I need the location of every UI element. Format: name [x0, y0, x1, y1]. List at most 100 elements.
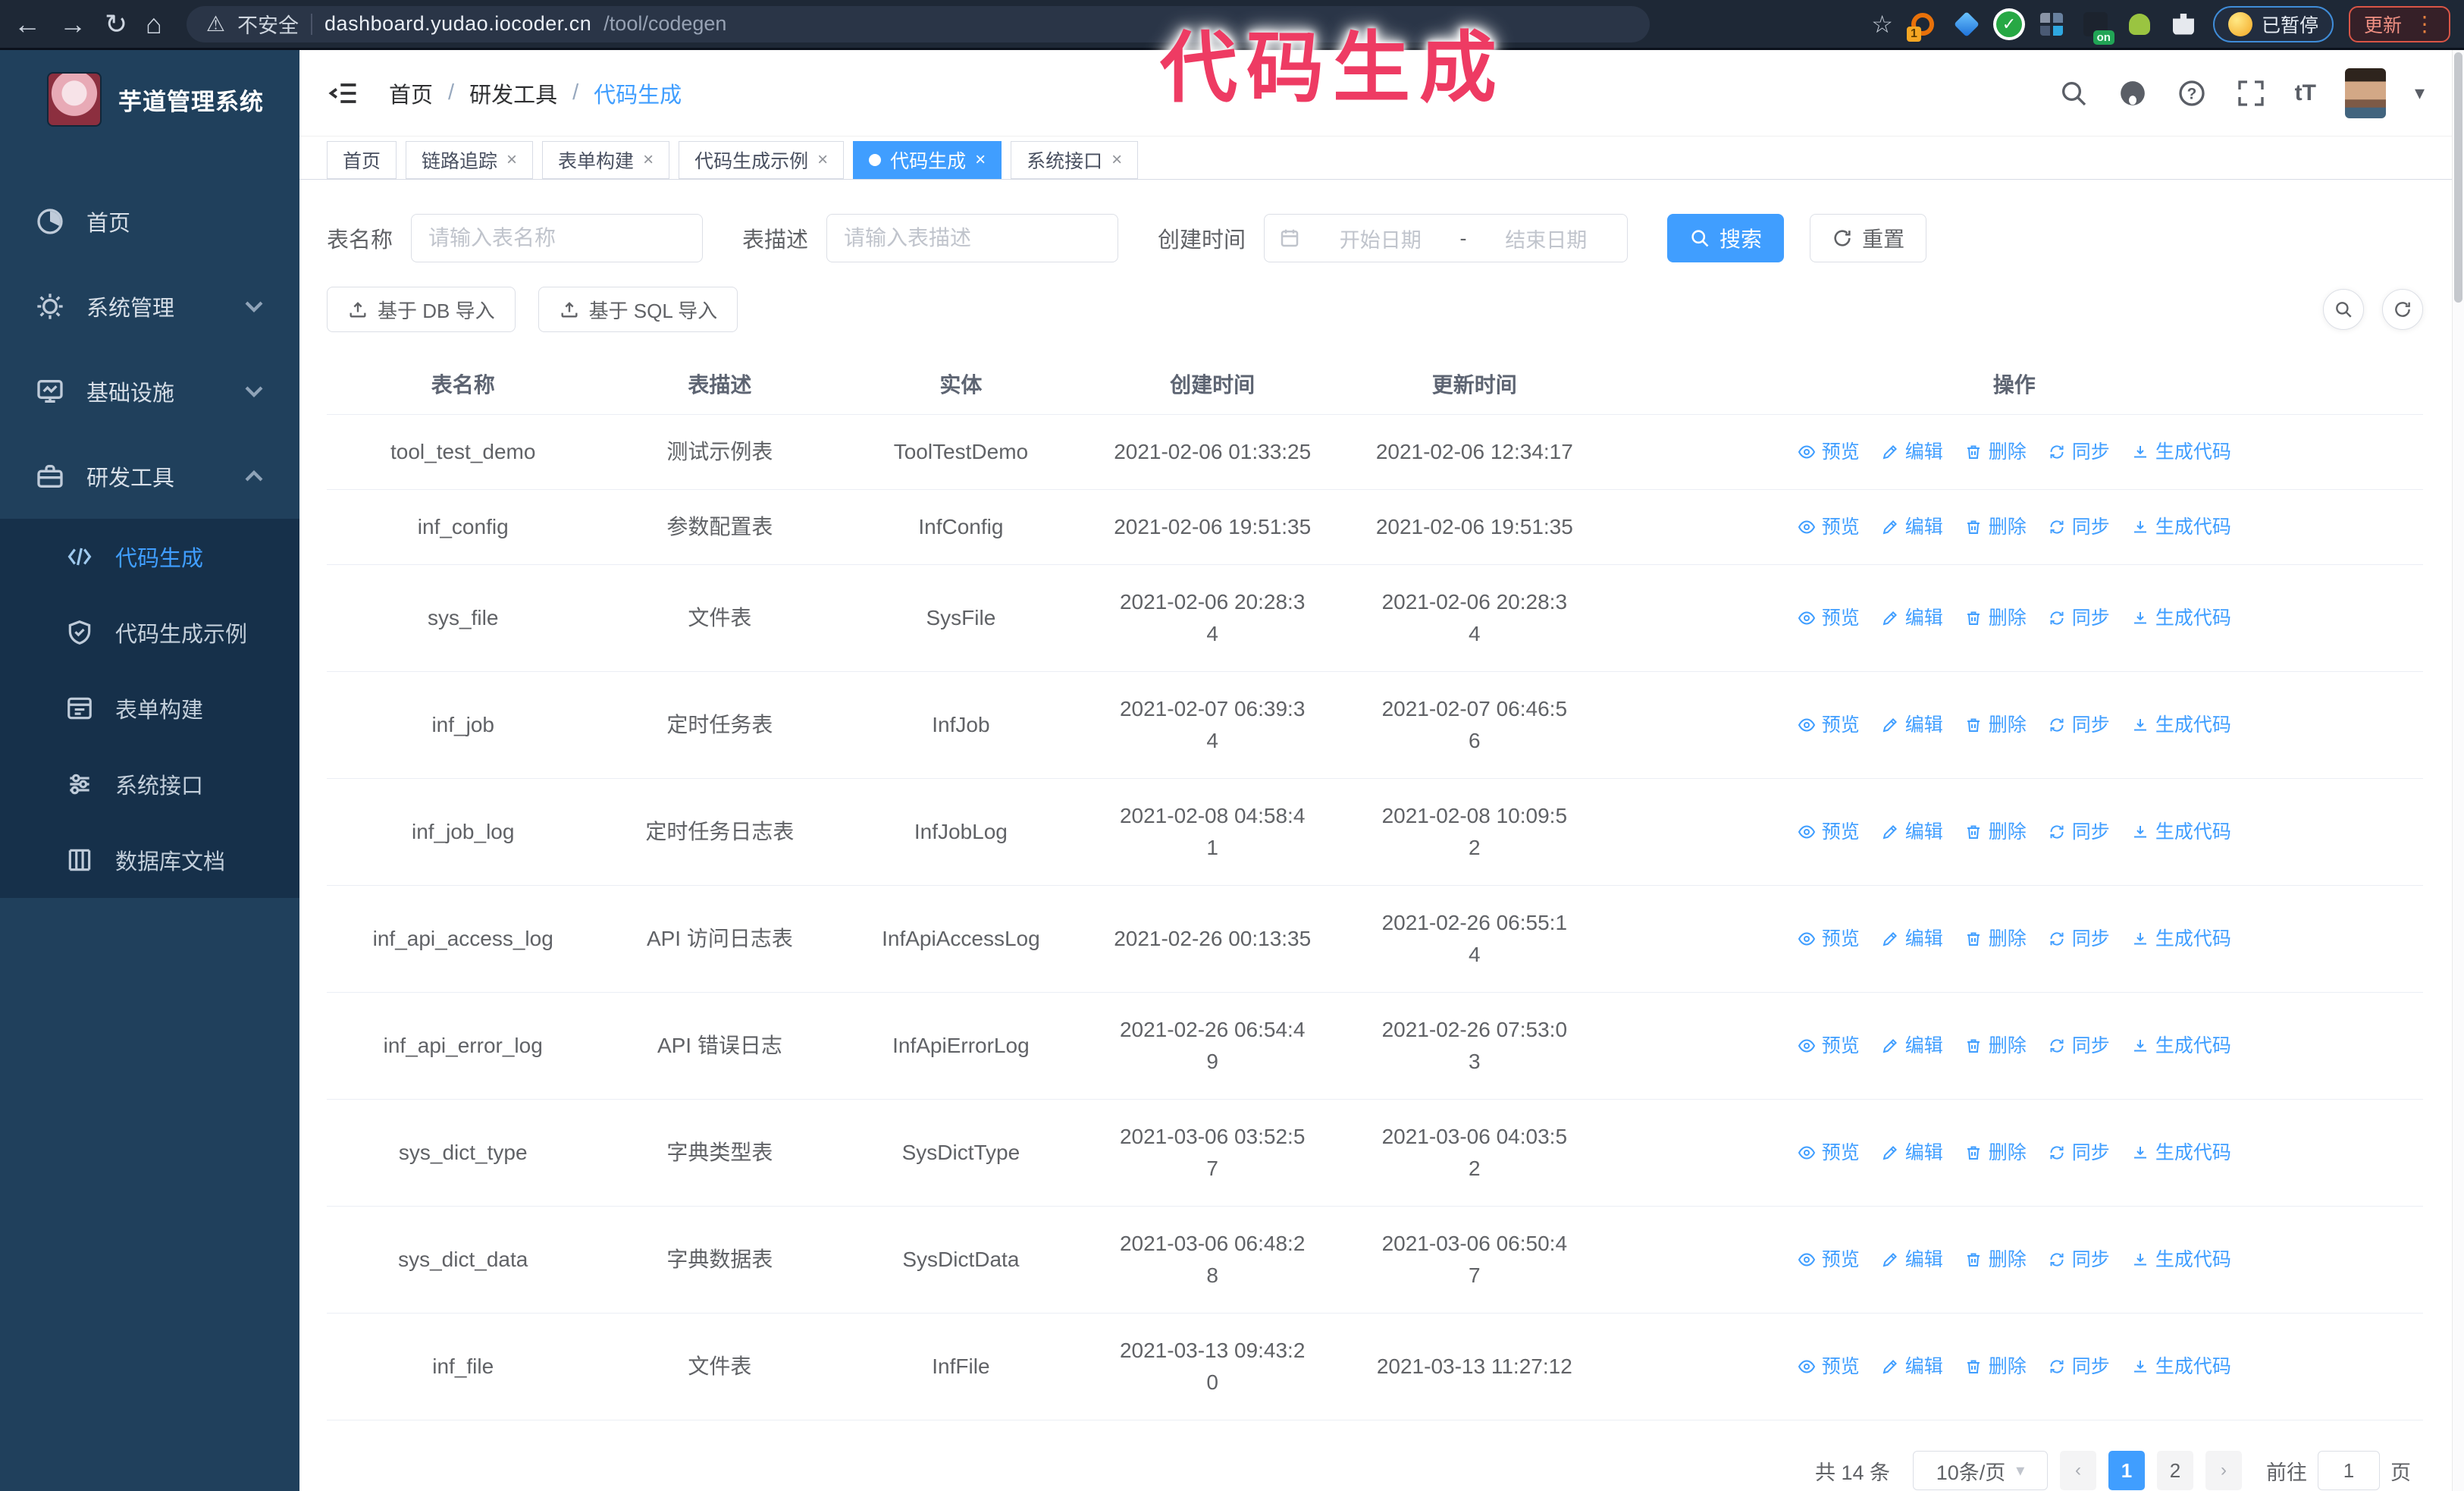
- generate-code-link[interactable]: 生成代码: [2131, 923, 2231, 955]
- edit-link[interactable]: 编辑: [1881, 1030, 1943, 1062]
- tab-home[interactable]: 首页: [327, 141, 397, 179]
- edit-link[interactable]: 编辑: [1881, 1244, 1943, 1276]
- sidebar-item-devtools[interactable]: 研发工具: [0, 434, 299, 519]
- tab-form-builder[interactable]: 表单构建 ×: [542, 141, 670, 179]
- toggle-search-button[interactable]: [2323, 289, 2364, 330]
- sync-link[interactable]: 同步: [2048, 1351, 2110, 1383]
- avatar[interactable]: [2344, 67, 2386, 118]
- edit-link[interactable]: 编辑: [1881, 1351, 1943, 1383]
- preview-link[interactable]: 预览: [1798, 816, 1860, 848]
- sync-link[interactable]: 同步: [2048, 511, 2110, 543]
- fullscreen-icon[interactable]: [2236, 78, 2266, 108]
- page-size-select[interactable]: 10条/页 ▾: [1913, 1451, 2048, 1490]
- preview-link[interactable]: 预览: [1798, 602, 1860, 634]
- tab-codegen-example[interactable]: 代码生成示例 ×: [679, 141, 845, 179]
- preview-link[interactable]: 预览: [1798, 709, 1860, 741]
- sidebar-item-home[interactable]: 首页: [0, 179, 299, 264]
- edit-link[interactable]: 编辑: [1881, 436, 1943, 468]
- sync-link[interactable]: 同步: [2048, 816, 2110, 848]
- generate-code-link[interactable]: 生成代码: [2131, 1244, 2231, 1276]
- breadcrumb-devtools[interactable]: 研发工具: [469, 77, 557, 109]
- preview-link[interactable]: 预览: [1798, 1351, 1860, 1383]
- delete-link[interactable]: 删除: [1964, 709, 2027, 741]
- sidebar-item-system-api[interactable]: 系统接口: [0, 746, 299, 822]
- forward-icon[interactable]: →: [59, 10, 86, 38]
- sidebar-item-db-doc[interactable]: 数据库文档: [0, 822, 299, 898]
- sidebar-item-codegen[interactable]: 代码生成: [0, 519, 299, 595]
- delete-link[interactable]: 删除: [1964, 1030, 2027, 1062]
- avatar-caret-icon[interactable]: ▾: [2415, 81, 2425, 105]
- generate-code-link[interactable]: 生成代码: [2131, 816, 2231, 848]
- sync-link[interactable]: 同步: [2048, 1244, 2110, 1276]
- preview-link[interactable]: 预览: [1798, 1137, 1860, 1169]
- import-db-button[interactable]: 基于 DB 导入: [327, 287, 516, 332]
- reset-button[interactable]: 重置: [1810, 214, 1927, 262]
- tab-tracing[interactable]: 链路追踪 ×: [406, 141, 534, 179]
- page-button-1[interactable]: 1: [2108, 1451, 2145, 1490]
- search-button[interactable]: 搜索: [1667, 214, 1785, 262]
- search-icon[interactable]: [2058, 78, 2089, 108]
- sync-link[interactable]: 同步: [2048, 1030, 2110, 1062]
- extension-check-icon[interactable]: ✓: [1995, 11, 2022, 37]
- home-icon[interactable]: ⌂: [146, 10, 162, 38]
- sidebar-item-infra[interactable]: 基础设施: [0, 349, 299, 434]
- sync-link[interactable]: 同步: [2048, 602, 2110, 634]
- generate-code-link[interactable]: 生成代码: [2131, 1030, 2231, 1062]
- generate-code-link[interactable]: 生成代码: [2131, 511, 2231, 543]
- kebab-menu-icon[interactable]: ⋮: [2414, 11, 2435, 36]
- font-size-icon[interactable]: tT: [2295, 80, 2316, 106]
- preview-link[interactable]: 预览: [1798, 1244, 1860, 1276]
- close-icon[interactable]: ×: [975, 149, 986, 171]
- delete-link[interactable]: 删除: [1964, 1351, 2027, 1383]
- edit-link[interactable]: 编辑: [1881, 816, 1943, 848]
- page-button-2[interactable]: 2: [2157, 1451, 2193, 1490]
- edit-link[interactable]: 编辑: [1881, 511, 1943, 543]
- sync-link[interactable]: 同步: [2048, 436, 2110, 468]
- extension-on-icon[interactable]: on: [2081, 10, 2114, 45]
- close-icon[interactable]: ×: [1111, 149, 1122, 171]
- refresh-table-button[interactable]: [2382, 289, 2423, 330]
- prev-page-button[interactable]: ‹: [2060, 1451, 2096, 1490]
- reload-icon[interactable]: ↻: [105, 10, 127, 38]
- close-icon[interactable]: ×: [506, 149, 517, 171]
- delete-link[interactable]: 删除: [1964, 602, 2027, 634]
- generate-code-link[interactable]: 生成代码: [2131, 1351, 2231, 1383]
- extension-grid-icon[interactable]: [2037, 10, 2066, 39]
- github-icon[interactable]: [2118, 78, 2148, 108]
- sidebar-fold-icon[interactable]: [327, 77, 360, 110]
- edit-link[interactable]: 编辑: [1881, 1137, 1943, 1169]
- extension-android-icon[interactable]: [2125, 10, 2154, 39]
- generate-code-link[interactable]: 生成代码: [2131, 436, 2231, 468]
- sync-link[interactable]: 同步: [2048, 923, 2110, 955]
- preview-link[interactable]: 预览: [1798, 436, 1860, 468]
- update-button[interactable]: 更新 ⋮: [2348, 5, 2450, 42]
- goto-page-input[interactable]: [2318, 1451, 2380, 1490]
- edit-link[interactable]: 编辑: [1881, 602, 1943, 634]
- tab-codegen[interactable]: 代码生成 ×: [853, 141, 1002, 179]
- table-desc-input[interactable]: [826, 214, 1119, 262]
- generate-code-link[interactable]: 生成代码: [2131, 1137, 2231, 1169]
- extension-orange-icon[interactable]: 1: [1906, 10, 1937, 42]
- delete-link[interactable]: 删除: [1964, 923, 2027, 955]
- extension-gem-icon[interactable]: [1952, 10, 1981, 39]
- close-icon[interactable]: ×: [643, 149, 654, 171]
- bookmark-star-icon[interactable]: ☆: [1871, 10, 1893, 39]
- edit-link[interactable]: 编辑: [1881, 709, 1943, 741]
- gif-paused-badge[interactable]: 已暂停: [2212, 5, 2334, 42]
- close-icon[interactable]: ×: [817, 149, 828, 171]
- delete-link[interactable]: 删除: [1964, 1244, 2027, 1276]
- help-icon[interactable]: ?: [2177, 78, 2207, 108]
- preview-link[interactable]: 预览: [1798, 1030, 1860, 1062]
- edit-link[interactable]: 编辑: [1881, 923, 1943, 955]
- preview-link[interactable]: 预览: [1798, 511, 1860, 543]
- delete-link[interactable]: 删除: [1964, 1137, 2027, 1169]
- next-page-button[interactable]: ›: [2205, 1451, 2242, 1490]
- sync-link[interactable]: 同步: [2048, 709, 2110, 741]
- table-name-input[interactable]: [411, 214, 704, 262]
- sidebar-item-system[interactable]: 系统管理: [0, 264, 299, 349]
- generate-code-link[interactable]: 生成代码: [2131, 709, 2231, 741]
- sync-link[interactable]: 同步: [2048, 1137, 2110, 1169]
- page-scrollbar[interactable]: [2452, 50, 2464, 1491]
- breadcrumb-home[interactable]: 首页: [389, 77, 433, 109]
- delete-link[interactable]: 删除: [1964, 816, 2027, 848]
